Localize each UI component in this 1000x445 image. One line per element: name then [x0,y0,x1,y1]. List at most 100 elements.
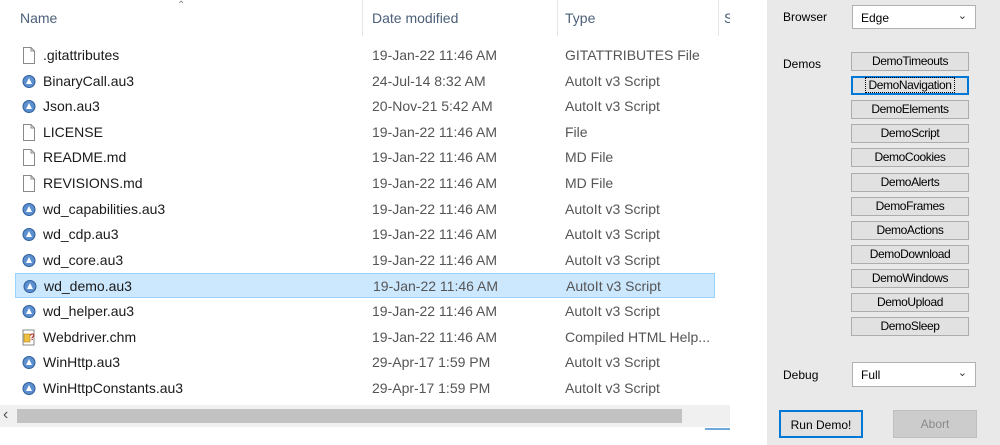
file-date-modified: 20-Nov-21 5:42 AM [372,98,493,115]
demo-button-demoactions[interactable]: DemoActions [851,220,969,240]
file-row[interactable]: wd_helper.au3 19-Jan-22 11:46 AM AutoIt v3… [15,299,715,324]
demo-button-demoalerts[interactable]: DemoAlerts [851,172,969,192]
file-row[interactable]: README.md 19-Jan-22 11:46 AM MD File [15,145,715,170]
file-name: wd_demo.au3 [44,278,132,295]
file-date-modified: 19-Jan-22 11:46 AM [372,328,498,345]
file-row[interactable]: ? Webdriver.chm 19-Jan-22 11:46 AM Compiled… [15,325,715,350]
column-divider[interactable] [557,0,558,36]
file-date-modified: 19-Jan-22 11:46 AM [372,226,498,243]
file-row[interactable]: BinaryCall.au3 24-Jul-14 8:32 AM AutoIt v3… [15,69,715,94]
autoit-script-icon [21,354,37,371]
file-date-modified: 19-Jan-22 11:46 AM [372,175,498,191]
demo-button-demodownload[interactable]: DemoDownload [851,244,969,264]
scroll-left-icon[interactable]: ‹ [3,406,8,424]
demo-button-label: DemoTimeouts [871,54,949,68]
column-name-header[interactable]: Name [20,0,57,36]
file-row[interactable]: wd_demo.au3 19-Jan-22 11:46 AM AutoIt v3 S… [15,273,715,299]
file-name: WinHttpConstants.au3 [43,379,184,396]
file-icon [21,175,37,192]
demo-button-demoscript[interactable]: DemoScript [851,124,969,144]
demos-label: Demos [783,57,822,71]
demo-button-demoupload[interactable]: DemoUpload [851,293,969,312]
demo-button-demoframes[interactable]: DemoFrames [851,196,969,216]
file-row[interactable]: wd_cdp.au3 19-Jan-22 11:46 AM AutoIt v3 Sc… [15,222,715,247]
debug-select-value: Full [861,368,881,382]
file-type: MD File [565,149,614,166]
file-date-modified: 19-Jan-22 11:46 AM [372,123,498,140]
column-date-header[interactable]: Date modified [372,0,458,36]
file-date-modified: 19-Jan-22 11:46 AM [372,149,498,166]
file-row[interactable]: REVISIONS.md 19-Jan-22 11:46 AM MD File [15,171,715,196]
file-name: .gitattributes [43,47,120,63]
demo-button-democookies[interactable]: DemoCookies [851,148,969,168]
demo-button-demonavigation[interactable]: DemoNavigation [851,76,969,96]
demo-button-demotimeouts[interactable]: DemoTimeouts [851,52,969,71]
file-icon [21,123,37,141]
file-name: wd_helper.au3 [43,303,135,319]
debug-select[interactable]: Full ⌄ [852,362,976,387]
file-type: AutoIt v3 Script [565,98,660,115]
file-date-modified: 19-Jan-22 11:46 AM [372,303,498,319]
file-type: AutoIt v3 Script [565,200,660,217]
demo-button-label: DemoCookies [874,150,946,165]
autoit-script-icon [21,73,37,90]
demo-button-label: DemoDownload [869,246,951,261]
chevron-down-icon: ⌄ [957,367,967,379]
file-row[interactable]: Json.au3 20-Nov-21 5:42 AM AutoIt v3 Scrip… [15,94,715,119]
demo-button-demosleep[interactable]: DemoSleep [851,317,969,337]
column-header: Name ⌃ Date modified Type S [0,0,730,36]
demo-button-label: DemoUpload [876,295,944,309]
file-type: AutoIt v3 Script [565,303,660,319]
browser-select-value: Edge [861,11,890,25]
browser-select[interactable]: Edge ⌄ [852,5,976,29]
file-type: GITATTRIBUTES File [565,47,700,63]
horizontal-scrollbar[interactable]: ‹ [0,405,730,427]
run-demo-button[interactable]: Run Demo! [779,410,863,438]
abort-button[interactable]: Abort [893,410,977,438]
file-date-modified: 19-Jan-22 11:46 AM [372,47,498,63]
file-name: wd_cdp.au3 [43,226,119,243]
file-type: AutoIt v3 Script [565,354,660,371]
demo-button-label: DemoAlerts [880,174,940,189]
svg-text:?: ? [30,332,36,342]
file-row[interactable]: wd_core.au3 19-Jan-22 11:46 AM AutoIt v3 S… [15,248,715,273]
column-size-header[interactable]: S [724,0,730,36]
file-row[interactable]: wd_capabilities.au3 19-Jan-22 11:46 AM Aut… [15,197,715,222]
demo-button-demoelements[interactable]: DemoElements [851,100,969,120]
autoit-script-icon [21,226,37,243]
file-icon [21,149,37,167]
file-name: BinaryCall.au3 [43,72,135,89]
file-name: wd_capabilities.au3 [43,200,166,217]
file-icon [21,47,37,64]
scrollbar-thumb[interactable] [17,409,682,423]
debug-label: Debug [783,368,819,382]
file-row[interactable]: .gitattributes 19-Jan-22 11:46 AM GITATTRI… [15,43,715,68]
file-row[interactable]: WinHttpConstants.au3 29-Apr-17 1:59 PM Aut… [15,376,715,401]
file-type: AutoIt v3 Script [566,278,661,295]
focus-indicator [705,428,730,430]
file-type: File [565,123,588,140]
demo-button-label: DemoNavigation [865,77,955,94]
file-row[interactable]: LICENSE 19-Jan-22 11:46 AM File [15,120,715,145]
file-type: AutoIt v3 Script [565,226,660,243]
demo-button-label: DemoWindows [871,270,949,285]
column-divider[interactable] [718,0,719,36]
demo-button-label: DemoFrames [875,198,945,213]
browser-label: Browser [783,10,828,24]
autoit-script-icon [21,303,37,320]
file-row[interactable]: WinHttp.au3 29-Apr-17 1:59 PM AutoIt v3 Sc… [15,350,715,375]
file-name: WinHttp.au3 [43,354,121,371]
file-name: wd_core.au3 [43,251,124,268]
file-name: README.md [43,149,127,166]
column-type-header[interactable]: Type [565,0,595,36]
file-name: LICENSE [43,123,103,140]
demo-button-label: DemoScript [880,126,940,141]
file-date-modified: 19-Jan-22 11:46 AM [372,251,498,268]
sort-up-icon: ⌃ [177,0,186,11]
autoit-script-icon [21,380,37,397]
file-date-modified: 29-Apr-17 1:59 PM [372,379,491,396]
autoit-script-icon [21,98,37,115]
demo-button-demowindows[interactable]: DemoWindows [851,268,969,288]
column-divider[interactable] [362,0,363,36]
chm-help-icon: ? [21,329,37,346]
